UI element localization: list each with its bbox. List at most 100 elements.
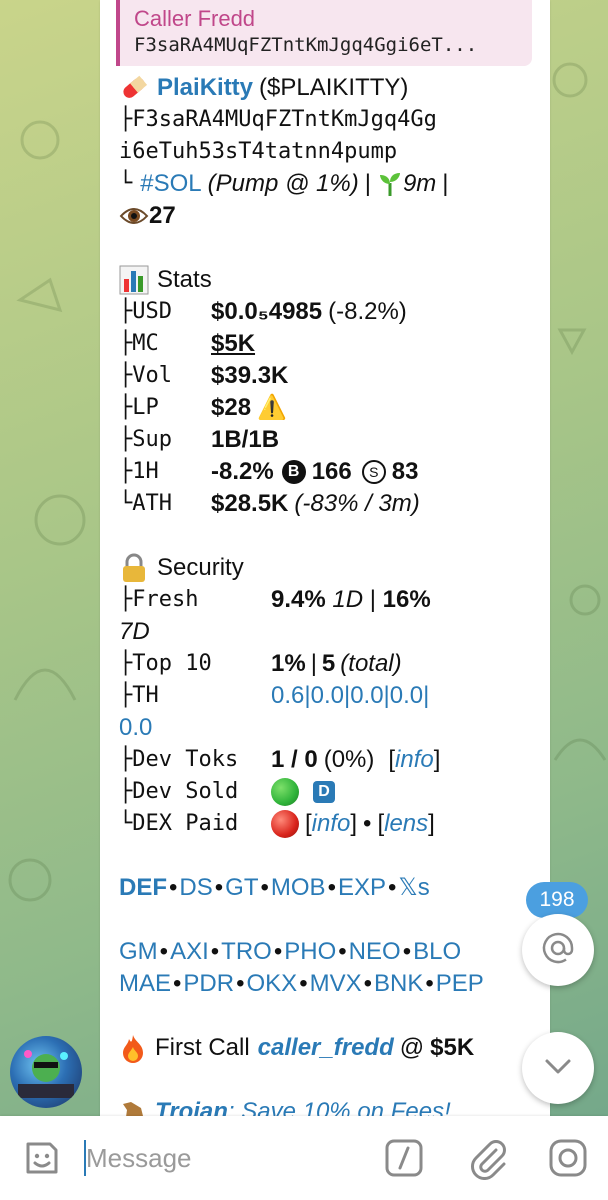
first-call-mc: $5K	[430, 1034, 475, 1061]
fire-icon	[119, 1033, 147, 1063]
quick-link[interactable]: MVX	[310, 968, 362, 1000]
link-separator: •	[363, 970, 373, 997]
stat-value[interactable]: $5K	[211, 328, 255, 360]
stat-value: 1B/1B	[211, 426, 280, 453]
first-call-row: First Call caller_fredd @ $5K	[119, 1032, 540, 1064]
quick-link[interactable]: MAE	[119, 968, 171, 1000]
top-holders-values-cont[interactable]: 0.0	[119, 712, 152, 744]
camera-icon[interactable]	[546, 1136, 590, 1180]
quick-link[interactable]: EXP	[338, 872, 386, 904]
fresh-1d-label: 1D	[332, 586, 364, 613]
lock-icon	[119, 553, 149, 583]
seedling-icon	[377, 171, 403, 197]
stats-row: ├1H -8.2% B 166 S 83	[119, 456, 540, 488]
token-address-cont: i6eTuh53sT4tatnn4pump	[119, 136, 540, 168]
token-address[interactable]: ├ F3saRA4MUqFZTntKmJgq4Gg	[119, 104, 540, 136]
sells-count: 83	[391, 458, 419, 485]
links-row-1: DEF • DS • GT • MOB • EXP • 𝕏s	[119, 872, 540, 904]
links-row-3: MAE • PDR • OKX • MVX • BNK • PEP	[119, 968, 540, 1000]
quick-link[interactable]: BLO	[413, 936, 461, 968]
tree-branch: ├	[119, 107, 133, 132]
eye-icon	[119, 204, 149, 228]
quick-link[interactable]: BNK	[374, 968, 423, 1000]
stat-key: ├USD	[119, 299, 172, 324]
quick-link[interactable]: PDR	[183, 968, 234, 1000]
quick-link[interactable]: NEO	[349, 936, 401, 968]
link-separator: •	[338, 938, 347, 965]
quick-link[interactable]: 𝕏s	[398, 872, 429, 904]
link-separator: •	[327, 874, 336, 901]
paperclip-icon[interactable]	[466, 1136, 510, 1180]
th-key: ├TH	[119, 683, 159, 708]
stat-key: ├Vol	[119, 363, 172, 388]
scroll-down-button[interactable]	[522, 1032, 594, 1104]
green-circle-icon	[271, 778, 299, 806]
caller-link[interactable]: caller_fredd	[258, 1032, 394, 1064]
top10-row: ├Top 10 1% | 5 (total)	[119, 648, 540, 680]
quick-link[interactable]: GM	[119, 936, 158, 968]
reply-preview[interactable]: Caller Fredd F3saRA4MUqFZTntKmJgq4Ggi6eT…	[116, 0, 532, 66]
separator: |	[310, 650, 317, 677]
stat-extra: (-83% / 3m)	[294, 490, 420, 517]
mentions-button[interactable]	[522, 914, 594, 986]
emoji-sticker-icon[interactable]	[20, 1136, 64, 1180]
unread-count-badge[interactable]: 198	[526, 882, 588, 918]
quick-link[interactable]: TRO	[221, 936, 272, 968]
stats-row: └ATH $28.5K (-83% / 3m)	[119, 488, 540, 520]
link-separator: •	[159, 938, 169, 965]
stats-title: Stats	[157, 266, 212, 293]
stat-value: -8.2%	[211, 458, 274, 485]
th-row: ├TH 0.6|0.0|0.0|0.0|	[119, 680, 540, 712]
separator: |	[364, 170, 371, 197]
dexpaid-key: └DEX Paid	[119, 811, 239, 836]
stat-value: $28.5K	[211, 490, 289, 517]
stat-key: ├Sup	[119, 427, 172, 452]
promo-brand-link[interactable]: Trojan	[155, 1096, 228, 1116]
sender-avatar[interactable]	[10, 1036, 82, 1108]
stat-value: $39.3K	[211, 362, 289, 389]
top-holders-values[interactable]: 0.6|0.0|0.0|0.0|	[271, 680, 429, 712]
dexpaid-info-link[interactable]: info	[312, 808, 351, 840]
devtoks-key: ├Dev Toks	[119, 747, 239, 772]
view-count: 27	[149, 202, 176, 229]
quick-link[interactable]: OKX	[247, 968, 298, 1000]
chain-hashtag[interactable]: #SOL	[140, 168, 201, 200]
quick-link[interactable]: PEP	[436, 968, 484, 1000]
quick-link[interactable]: PHO	[284, 936, 336, 968]
devtoks-info-link[interactable]: info	[395, 744, 434, 776]
quick-link[interactable]: GT	[225, 872, 258, 904]
message-bubble: Caller Fredd F3saRA4MUqFZTntKmJgq4Gg i6eT…	[100, 0, 550, 1116]
link-separator: •	[273, 938, 283, 965]
promo-text[interactable]: : Save 10% on Fees!	[228, 1096, 451, 1116]
links-row-2: GM • AXI • TRO • PHO • NEO • BLO	[119, 936, 540, 968]
stats-row: ├Sup 1B/1B	[119, 424, 540, 456]
top10-count: 5	[321, 650, 336, 677]
token-meta: └ #SOL (Pump @ 1%) | 9m |	[119, 168, 540, 200]
stat-value: $28	[211, 394, 252, 421]
sells-badge-icon: S	[361, 460, 386, 484]
quick-link[interactable]: MOB	[271, 872, 326, 904]
quick-link[interactable]: DEF	[119, 872, 167, 904]
token-age: 9m	[402, 170, 437, 197]
link-separator: •	[210, 938, 220, 965]
quick-link[interactable]: AXI	[170, 936, 209, 968]
warning-icon: ⚠️	[257, 394, 287, 421]
stat-key: ├LP	[119, 395, 159, 420]
stats-row: ├MC $5K	[119, 328, 540, 360]
link-separator: •	[299, 970, 308, 997]
message-content: PlaiKitty ($PLAIKITTY) ├ F3saRA4MUqFZTntK…	[100, 66, 550, 1116]
security-title: Security	[157, 554, 244, 581]
token-name-link[interactable]: PlaiKitty	[157, 72, 253, 104]
link-separator: •	[402, 938, 412, 965]
message-input[interactable]: Message	[86, 1138, 366, 1178]
dexpaid-lens-link[interactable]: lens	[384, 808, 428, 840]
stat-extra: (-8.2%)	[328, 298, 407, 325]
token-header: PlaiKitty ($PLAIKITTY)	[119, 72, 540, 104]
fresh-7d-label: 7D	[119, 618, 150, 645]
address-line-1: F3saRA4MUqFZTntKmJgq4Gg	[132, 107, 437, 132]
first-call-label: First Call	[155, 1034, 250, 1061]
chevron-down-icon	[541, 1049, 575, 1088]
reply-sender: Caller Fredd	[134, 6, 256, 31]
quick-link[interactable]: DS	[179, 872, 212, 904]
bot-commands-icon[interactable]	[382, 1136, 426, 1180]
